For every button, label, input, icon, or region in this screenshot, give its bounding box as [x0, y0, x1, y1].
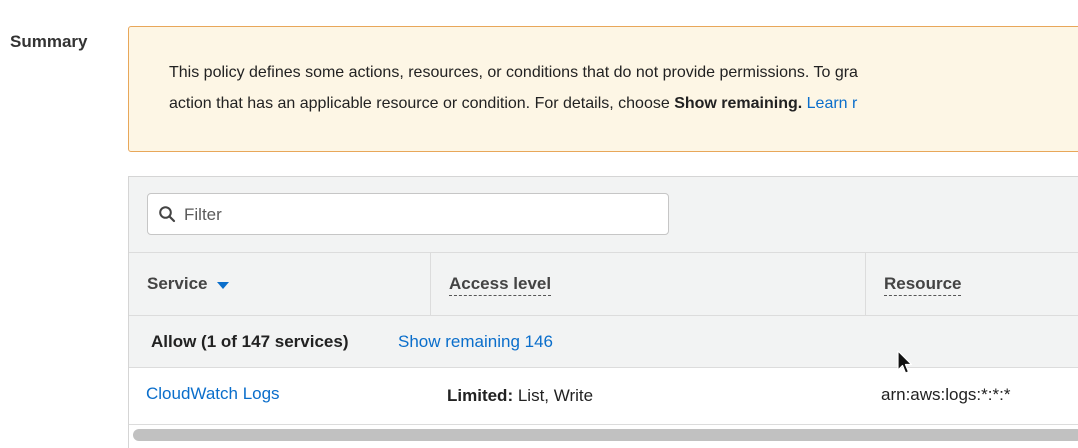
- filter-bar: [129, 176, 1078, 252]
- warning-text-line-2: action that has an applicable resource o…: [169, 95, 857, 113]
- column-header-access-level-label[interactable]: Access level: [449, 274, 552, 296]
- warning-show-remaining-emphasis: Show remaining.: [674, 95, 803, 112]
- mouse-cursor-icon: [897, 350, 913, 374]
- policy-warning-alert: This policy defines some actions, resour…: [128, 26, 1078, 152]
- filter-field[interactable]: [147, 193, 669, 235]
- filter-input[interactable]: [182, 200, 656, 230]
- warning-text-line-2-prefix: action that has an applicable resource o…: [169, 95, 675, 112]
- sort-descending-icon[interactable]: [217, 282, 229, 289]
- resource-cell: arn:aws:logs:*:*:*: [881, 385, 1011, 404]
- access-level-cell: Limited: List, Write: [447, 386, 593, 406]
- policy-summary-page: Summary This policy defines some actions…: [0, 0, 1078, 448]
- column-header-access-level: Access level: [431, 253, 866, 315]
- service-link-cloudwatch-logs[interactable]: CloudWatch Logs: [146, 384, 280, 404]
- column-header-service-label: Service: [147, 274, 208, 293]
- scrollbar-thumb[interactable]: [133, 429, 1078, 441]
- allow-group-row: Allow (1 of 147 services) Show remaining…: [129, 316, 1078, 368]
- table-row: CloudWatch Logs Limited: List, Write arn…: [129, 368, 1078, 424]
- allow-group-label: Allow (1 of 147 services): [151, 332, 349, 351]
- horizontal-scrollbar[interactable]: [129, 424, 1078, 448]
- show-remaining-link[interactable]: Show remaining 146: [398, 332, 553, 352]
- access-level-qualifier: Limited:: [447, 386, 514, 405]
- warning-text-line-1: This policy defines some actions, resour…: [169, 64, 858, 81]
- summary-heading: Summary: [10, 32, 88, 51]
- column-header-service[interactable]: Service: [129, 253, 431, 315]
- table-header-row: Service Access level Resource: [129, 252, 1078, 316]
- search-icon: [159, 206, 176, 223]
- access-level-actions: List, Write: [513, 386, 594, 405]
- services-table: Service Access level Resource Allow (1 o…: [128, 176, 1078, 448]
- column-header-resource-label[interactable]: Resource: [884, 274, 962, 296]
- learn-more-link[interactable]: Learn r: [807, 95, 858, 112]
- column-header-resource: Resource: [866, 253, 1078, 315]
